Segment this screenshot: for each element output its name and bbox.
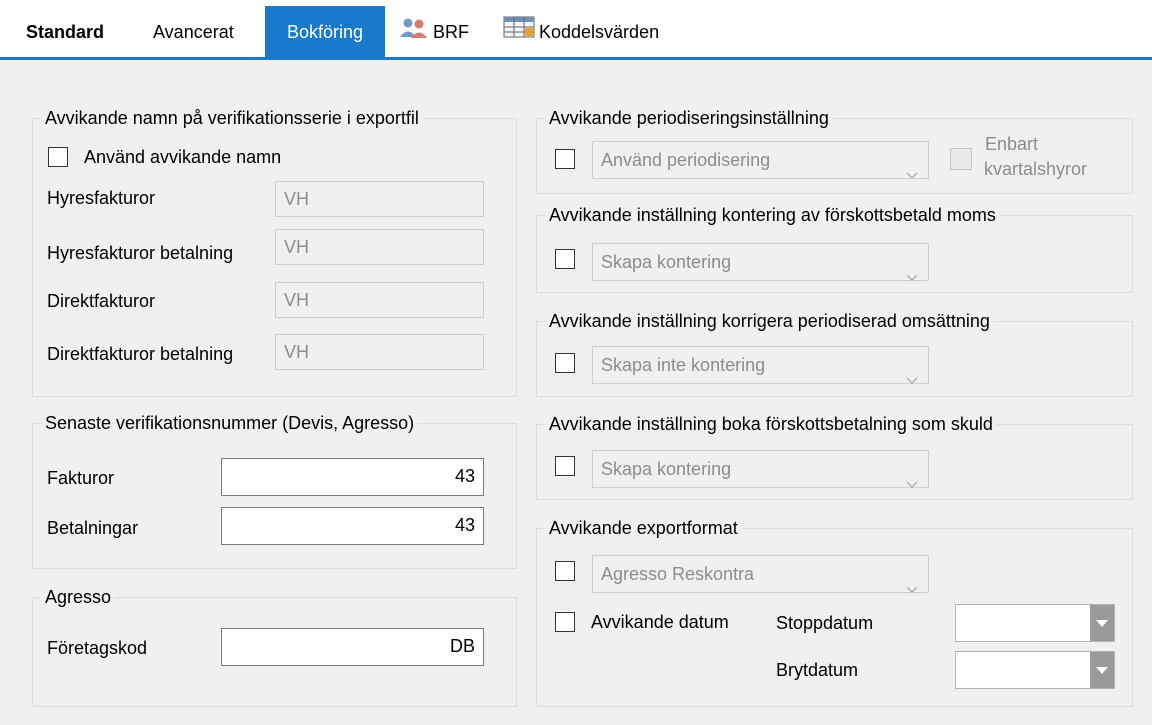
- chevron-down-icon: [906, 570, 918, 606]
- hyresfakturor-betalning-field[interactable]: VH: [275, 229, 484, 265]
- agresso-legend: Agresso: [41, 586, 116, 608]
- field-value: VH: [284, 290, 310, 310]
- table-grid-icon: [503, 9, 537, 57]
- tab-underline: [0, 57, 1152, 60]
- tab-koddelsvarden[interactable]: Koddelsvärden: [503, 8, 659, 58]
- tab-avancerat[interactable]: Avancerat: [153, 8, 234, 58]
- prepaid-vat-legend: Avvikande inställning kontering av försk…: [545, 204, 1000, 226]
- prepayment-debt-legend: Avvikande inställning boka förskottsbeta…: [545, 413, 997, 435]
- use-alt-name-label: Använd avvikande namn: [84, 147, 282, 167]
- direktfakturor-betalning-label: Direktfakturor betalning: [47, 344, 234, 364]
- field-value: VH: [284, 342, 310, 362]
- prepayment-debt-combo[interactable]: Skapa kontering: [592, 450, 929, 489]
- tab-bar: Standard Avancerat Bokföring BRF Koddels…: [0, 0, 1152, 60]
- combo-value: Skapa inte kontering: [601, 355, 766, 375]
- tab-label: Koddelsvärden: [539, 22, 660, 42]
- tab-brf[interactable]: BRF: [399, 8, 469, 58]
- chevron-down-icon: [906, 361, 918, 397]
- chevron-down-icon: [906, 156, 918, 192]
- combo-value: Använd periodisering: [601, 150, 771, 170]
- hyresfakturor-label: Hyresfakturor: [47, 188, 156, 208]
- periodization-combo[interactable]: Använd periodisering: [592, 141, 929, 180]
- correct-turnover-checkbox[interactable]: [555, 353, 575, 373]
- correct-turnover-combo[interactable]: Skapa inte kontering: [592, 346, 929, 385]
- chevron-down-icon: [906, 258, 918, 294]
- use-alt-name-checkbox[interactable]: [48, 147, 68, 167]
- tab-standard[interactable]: Standard: [26, 8, 104, 58]
- users-icon: [399, 9, 431, 57]
- combo-value: Skapa kontering: [601, 252, 732, 272]
- break-date-dropdown-button[interactable]: [1090, 652, 1114, 688]
- export-format-combo[interactable]: Agresso Reskontra: [592, 555, 929, 594]
- field-value: DB: [449, 636, 475, 656]
- caret-down-icon: [1096, 667, 1108, 674]
- break-date-picker[interactable]: [955, 651, 1115, 689]
- caret-down-icon: [1096, 620, 1108, 627]
- series-legend: Avvikande namn på verifikationsserie i e…: [41, 107, 423, 129]
- hyresfakturor-betalning-label: Hyresfakturor betalning: [47, 243, 234, 263]
- field-value: VH: [284, 237, 310, 257]
- tab-bokforing[interactable]: Bokföring: [265, 6, 385, 58]
- break-date-label: Brytdatum: [776, 660, 859, 680]
- tab-label: Standard: [26, 22, 105, 42]
- prepayment-debt-checkbox[interactable]: [555, 456, 575, 476]
- field-value: 43: [454, 515, 475, 535]
- combo-value: Skapa kontering: [601, 459, 732, 479]
- latest-numbers-legend: Senaste verifikationsnummer (Devis, Agre…: [41, 412, 419, 434]
- correct-turnover-legend: Avvikande inställning korrigera periodis…: [545, 310, 994, 332]
- export-format-checkbox[interactable]: [555, 561, 575, 581]
- quarter-rents-checkbox[interactable]: [950, 148, 972, 170]
- tab-label: BRF: [433, 22, 469, 42]
- chevron-down-icon: [906, 465, 918, 501]
- direktfakturor-betalning-field[interactable]: VH: [275, 334, 484, 370]
- field-value: 43: [454, 466, 475, 486]
- hyresfakturor-field[interactable]: VH: [275, 181, 484, 217]
- foretagskod-label: Företagskod: [47, 638, 148, 658]
- stop-date-dropdown-button[interactable]: [1090, 605, 1114, 641]
- direktfakturor-field[interactable]: VH: [275, 282, 484, 318]
- tab-label: Bokföring: [286, 22, 364, 42]
- stop-date-label: Stoppdatum: [776, 613, 874, 633]
- direktfakturor-label: Direktfakturor: [47, 291, 156, 311]
- periodization-checkbox[interactable]: [555, 149, 575, 169]
- export-format-legend: Avvikande exportformat: [545, 517, 742, 539]
- betalningar-field[interactable]: 43: [221, 507, 484, 545]
- alt-date-label: Avvikande datum: [591, 612, 729, 632]
- quarter-rents-label-2: kvartalshyror: [984, 159, 1088, 179]
- periodization-legend: Avvikande periodiseringsinställning: [545, 107, 833, 129]
- fakturor-field[interactable]: 43: [221, 458, 484, 496]
- prepaid-vat-combo[interactable]: Skapa kontering: [592, 243, 929, 282]
- quarter-rents-label-1: Enbart: [985, 134, 1039, 154]
- prepaid-vat-checkbox[interactable]: [555, 249, 575, 269]
- betalningar-label: Betalningar: [47, 518, 139, 538]
- foretagskod-field[interactable]: DB: [221, 628, 484, 666]
- tab-label: Avancerat: [153, 22, 234, 42]
- stop-date-picker[interactable]: [955, 604, 1115, 642]
- combo-value: Agresso Reskontra: [601, 564, 755, 584]
- latest-numbers-group: Senaste verifikationsnummer (Devis, Agre…: [32, 412, 517, 569]
- fakturor-label: Fakturor: [47, 468, 115, 488]
- alt-date-checkbox[interactable]: [555, 612, 575, 632]
- field-value: VH: [284, 189, 310, 209]
